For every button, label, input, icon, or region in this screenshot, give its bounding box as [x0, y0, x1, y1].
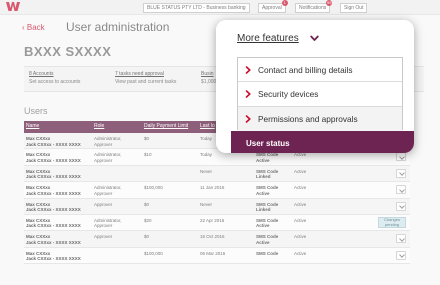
more-features-title[interactable]: More features: [237, 33, 299, 44]
menu-item-label: Contact and billing details: [258, 65, 353, 75]
menu-item-permissions-approvals[interactable]: Permissions and approvals: [238, 106, 402, 131]
chevron-right-icon: [245, 66, 251, 74]
chevron-right-icon: [245, 114, 251, 123]
menu-item-security-devices[interactable]: Security devices: [238, 82, 402, 107]
chevron-down-icon: [310, 35, 319, 41]
menu-item-contact-billing[interactable]: Contact and billing details: [238, 58, 402, 83]
chevron-right-icon: [245, 90, 251, 99]
user-status-label: User status: [246, 139, 290, 148]
menu-item-label: Permissions and approvals: [258, 113, 358, 124]
more-features-menu: Contact and billing details Security dev…: [237, 57, 403, 131]
user-status-header: User status: [231, 131, 414, 153]
menu-item-label: Security devices: [258, 89, 319, 100]
popup-header[interactable]: More features: [216, 20, 414, 57]
more-features-popup: More features Contact and billing detail…: [216, 20, 414, 153]
